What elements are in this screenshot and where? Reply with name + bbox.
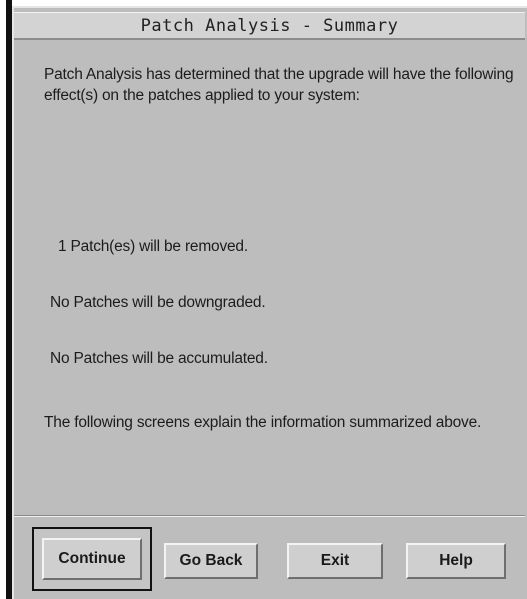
outro-text: The following screens explain the inform… — [44, 414, 482, 431]
go-back-button[interactable]: Go Back — [164, 543, 258, 579]
button-separator — [14, 515, 525, 517]
title-bar[interactable]: Patch Analysis - Summary — [14, 12, 525, 40]
continue-button[interactable]: Continue — [42, 538, 142, 580]
downgraded-summary: No Patches will be downgraded. — [50, 294, 266, 311]
accumulated-summary: No Patches will be accumulated. — [50, 350, 268, 367]
help-button[interactable]: Help — [406, 543, 506, 579]
exit-button[interactable]: Exit — [287, 543, 383, 579]
intro-text: Patch Analysis has determined that the u… — [44, 66, 514, 104]
screen: Patch Analysis - Summary Patch Analysis … — [0, 0, 527, 599]
removed-summary: 1 Patch(es) will be removed. — [58, 238, 248, 255]
patch-analysis-dialog: Patch Analysis - Summary Patch Analysis … — [12, 6, 527, 599]
window-title: Patch Analysis - Summary — [140, 16, 399, 36]
